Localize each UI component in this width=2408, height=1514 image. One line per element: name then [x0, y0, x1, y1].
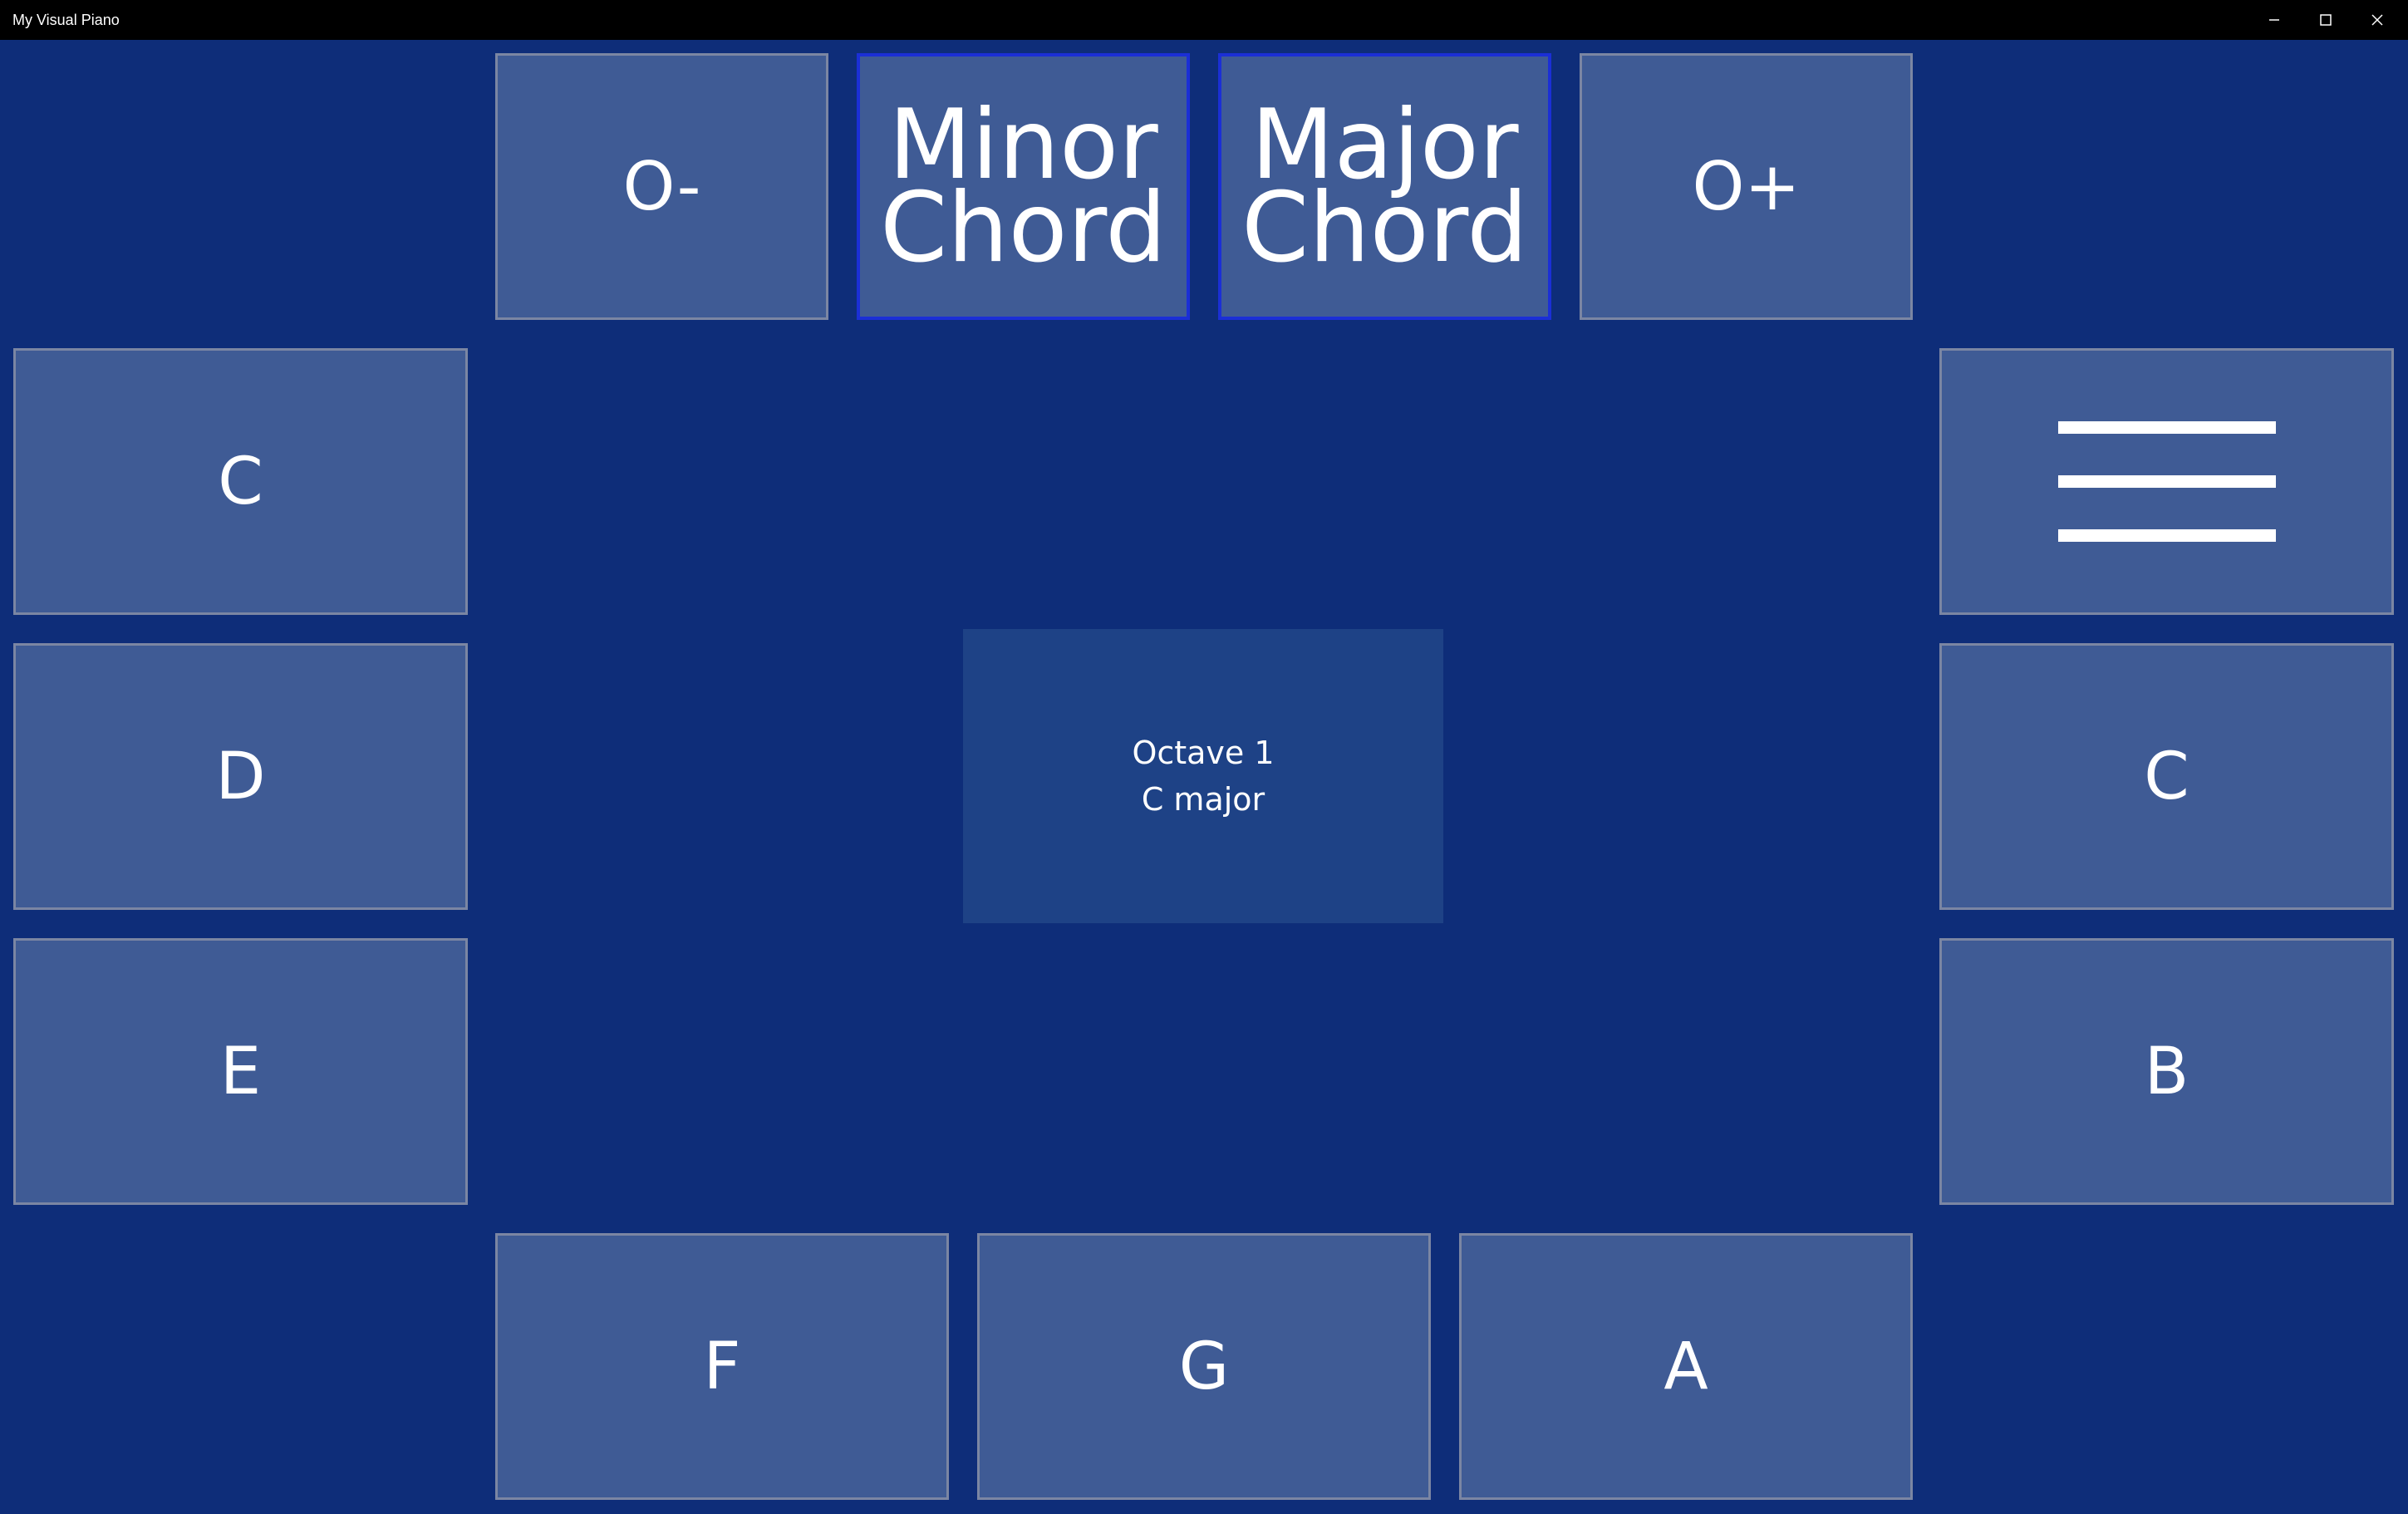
- hamburger-menu-icon: [2057, 421, 2276, 542]
- maximize-icon: [2320, 14, 2332, 26]
- key-e[interactable]: E: [13, 938, 468, 1205]
- key-d[interactable]: D: [13, 643, 468, 910]
- minimize-icon: [2269, 19, 2279, 21]
- app-window: My Visual Piano O- Minor Chord Major Cho…: [0, 0, 2408, 1514]
- major-chord-label-line2: Chord: [1241, 171, 1528, 284]
- key-b[interactable]: B: [1939, 938, 2394, 1205]
- key-c-right[interactable]: C: [1939, 643, 2394, 910]
- key-f[interactable]: F: [495, 1233, 949, 1500]
- key-c-left[interactable]: C: [13, 348, 468, 615]
- key-label: D: [215, 739, 266, 814]
- octave-down-button[interactable]: O-: [495, 53, 828, 320]
- octave-up-button[interactable]: O+: [1580, 53, 1913, 320]
- key-label: A: [1663, 1329, 1708, 1404]
- major-chord-button[interactable]: Major Chord: [1218, 53, 1551, 320]
- key-label: C: [2144, 739, 2189, 814]
- close-button[interactable]: [2351, 0, 2403, 40]
- minor-chord-label-line2: Chord: [880, 171, 1167, 284]
- key-status: C major: [1141, 781, 1265, 818]
- octave-down-label: O-: [622, 148, 701, 225]
- key-label: G: [1178, 1329, 1230, 1404]
- octave-up-label: O+: [1692, 148, 1801, 225]
- minor-chord-button[interactable]: Minor Chord: [857, 53, 1190, 320]
- key-label: F: [703, 1329, 741, 1404]
- menu-button[interactable]: [1939, 348, 2394, 615]
- window-title: My Visual Piano: [12, 12, 120, 28]
- close-icon: [2371, 14, 2383, 26]
- octave-status: Octave 1: [1132, 735, 1275, 771]
- maximize-button[interactable]: [2300, 0, 2351, 40]
- key-label: E: [219, 1034, 262, 1109]
- key-a[interactable]: A: [1459, 1233, 1913, 1500]
- title-bar: My Visual Piano: [0, 0, 2408, 40]
- minimize-button[interactable]: [2248, 0, 2300, 40]
- key-label: C: [218, 444, 263, 519]
- status-panel: Octave 1 C major: [963, 629, 1443, 923]
- key-label: B: [2144, 1034, 2189, 1109]
- key-g[interactable]: G: [977, 1233, 1431, 1500]
